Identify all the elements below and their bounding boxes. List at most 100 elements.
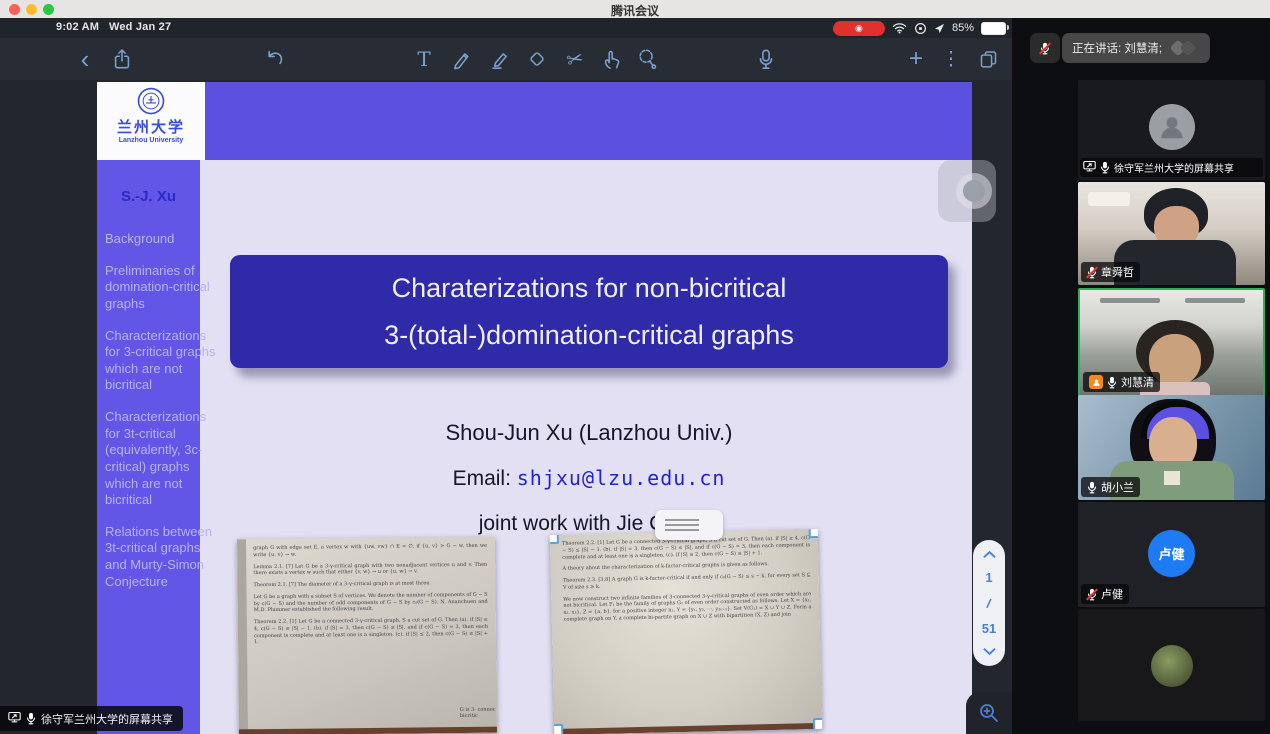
zoom-button[interactable] xyxy=(966,692,1012,734)
screen-share-status-overlay: 徐守军兰州大学的屏幕共享 xyxy=(0,706,183,731)
tencent-meeting-logo xyxy=(1170,39,1200,57)
text-tool-button[interactable]: T xyxy=(409,44,439,74)
undo-button[interactable] xyxy=(260,44,290,74)
left-para-1: graph G with edge set E, a vertex w with… xyxy=(253,543,487,559)
initials-avatar: 卢健 xyxy=(1148,530,1195,577)
left-para-theorem22: Theorem 2.2. [1] Let G be a connected 3-… xyxy=(254,617,488,646)
video-bg-detail xyxy=(1088,192,1130,206)
speaking-banner: 正在讲话: 刘慧清; xyxy=(1030,33,1210,63)
microphone-button[interactable] xyxy=(751,44,781,74)
toc-item-preliminaries: Preliminaries of domination-critical gra… xyxy=(105,263,217,313)
participant-tile-zhangshunzhe[interactable]: 章舜哲 xyxy=(1078,182,1265,285)
left-para-theorem21: Theorem 2.1. [7] The diameter of a 3-γ-c… xyxy=(253,580,487,589)
scissors-icon: ✂ xyxy=(564,45,586,73)
ipad-status-bar: 9:02 AM Wed Jan 27 ◉ 85% xyxy=(0,18,1012,38)
slide-author: Shou-Jun Xu (Lanzhou Univ.) xyxy=(230,420,948,446)
status-time: 9:02 AM xyxy=(56,21,99,33)
participant-label: 章舜哲 xyxy=(1081,262,1140,282)
record-icon: ◉ xyxy=(855,23,863,34)
page-down-icon[interactable] xyxy=(982,647,997,656)
add-page-button[interactable]: + xyxy=(901,44,931,74)
left-para-lemma21: Lemma 2.1. [7] Let G be a 3-γ-critical g… xyxy=(253,561,487,577)
document-canvas: 兰州大学 Lanzhou University S.-J. Xu Backgro… xyxy=(0,80,1012,734)
page-up-icon[interactable] xyxy=(982,550,997,559)
floating-tool-puck[interactable] xyxy=(938,160,996,222)
participant-label: 胡小兰 xyxy=(1081,477,1140,497)
person-icon xyxy=(1157,112,1187,142)
member-badge-icon xyxy=(1089,375,1103,389)
magnifier-plus-icon xyxy=(978,702,1000,724)
pen-icon xyxy=(451,48,473,70)
right-para-theorem23: Theorem 2.3. [3,8] A graph G is k-factor… xyxy=(563,572,811,591)
selection-handle-bl[interactable] xyxy=(550,724,564,734)
share-button[interactable] xyxy=(107,44,137,74)
participants-sidebar: 徐守军兰州大学的屏幕共享 章舜哲 刘慧清 xyxy=(1012,18,1270,734)
page-gutter xyxy=(237,539,248,734)
participant-label: 刘慧清 xyxy=(1083,372,1160,392)
toc-item-background: Background xyxy=(105,231,217,248)
participant-name: 胡小兰 xyxy=(1101,479,1134,495)
mic-muted-icon xyxy=(1040,42,1050,55)
mic-icon xyxy=(26,712,36,725)
toc-author: S.-J. Xu xyxy=(97,188,200,205)
slide-joint-work: joint work with Jie Chen xyxy=(230,512,948,536)
recording-indicator[interactable]: ◉ xyxy=(833,21,885,36)
participant-tile-lujian[interactable]: 卢健 卢健 xyxy=(1078,502,1265,607)
lasso-tool-button[interactable] xyxy=(632,44,662,74)
scissors-tool-button[interactable]: ✂ xyxy=(557,41,593,77)
slide-title-box: Charaterizations for non-bicritical 3-(t… xyxy=(230,255,948,368)
participant-tile-liuhuiqing[interactable]: 刘慧清 xyxy=(1078,288,1265,397)
right-para-families: We now construct two infinite families o… xyxy=(563,591,812,624)
screen-share-icon xyxy=(8,711,21,726)
orientation-lock-icon xyxy=(914,22,927,35)
photo-table-edge xyxy=(554,723,822,734)
pages-overview-button[interactable] xyxy=(973,44,1003,74)
more-options-button[interactable]: ⋮ xyxy=(936,44,966,74)
selection-popover[interactable] xyxy=(655,510,723,540)
share-overlay-text: 徐守军兰州大学的屏幕共享 xyxy=(41,711,173,727)
slide-title-line2: 3-(total-)domination-critical graphs xyxy=(230,312,948,359)
back-button[interactable]: ‹ xyxy=(70,44,100,74)
email-label: Email: xyxy=(453,467,511,490)
participant-label: 徐守军兰州大学的屏幕共享 xyxy=(1080,158,1263,177)
lanzhou-university-logo: 兰州大学 Lanzhou University xyxy=(97,82,205,160)
macos-titlebar: 腾讯会议 xyxy=(0,0,1270,18)
page-current: 1 xyxy=(985,570,992,585)
eraser-tool-button[interactable] xyxy=(522,44,552,74)
toc-item-characterizations-3t: Characterizations for 3t-critical (equiv… xyxy=(105,409,217,509)
eraser-icon xyxy=(526,48,548,70)
pen-tool-button[interactable] xyxy=(447,44,477,74)
wifi-icon xyxy=(892,22,907,34)
window-title: 腾讯会议 xyxy=(0,2,1270,19)
highlighter-tool-button[interactable] xyxy=(485,44,515,74)
page-total: 51 xyxy=(982,621,996,636)
battery-percent: 85% xyxy=(952,22,974,34)
mic-icon xyxy=(1107,376,1117,389)
participant-tile-sharer[interactable]: 徐守军兰州大学的屏幕共享 xyxy=(1078,80,1265,180)
screen-share-icon xyxy=(1083,160,1096,175)
toc-item-characterizations-3critical: Characterizations for 3-critical graphs … xyxy=(105,328,217,395)
speaking-text: 正在讲话: 刘慧清; xyxy=(1072,40,1162,56)
hand-tool-button[interactable] xyxy=(597,44,627,74)
page-separator: / xyxy=(985,595,992,610)
scanned-page-left[interactable]: graph G with edge set E, a vertex w with… xyxy=(237,537,497,734)
slide-email-line: Email: shjxu@lzu.edu.cn xyxy=(230,466,948,491)
mic-icon xyxy=(758,49,774,70)
logo-chinese-name: 兰州大学 xyxy=(117,116,185,137)
toc-item-relations: Relations between 3t-critical graphs and… xyxy=(105,524,217,591)
kebab-icon: ⋮ xyxy=(942,48,961,71)
email-address: shjxu@lzu.edu.cn xyxy=(517,466,726,490)
video-bg-detail xyxy=(1185,298,1245,303)
pointer-hand-icon xyxy=(601,48,623,70)
slide-title-line1: Charaterizations for non-bicritical xyxy=(230,265,948,312)
slide-page: 兰州大学 Lanzhou University S.-J. Xu Backgro… xyxy=(97,82,972,734)
back-icon: ‹ xyxy=(81,44,90,75)
participant-tile-huxiaolan[interactable]: 胡小兰 xyxy=(1078,395,1265,500)
selection-handle-br[interactable] xyxy=(813,718,822,733)
margin-note: G is 3- connec bicritic xyxy=(460,707,496,719)
lasso-icon xyxy=(636,48,658,70)
university-seal-icon xyxy=(136,86,166,116)
slide-toc-sidebar: S.-J. Xu Background Preliminaries of dom… xyxy=(97,160,200,734)
participant-tile-bottom[interactable] xyxy=(1078,609,1265,721)
scanned-page-right[interactable]: Theorem 2.2. [1] Let G be a connected 3-… xyxy=(550,529,822,734)
